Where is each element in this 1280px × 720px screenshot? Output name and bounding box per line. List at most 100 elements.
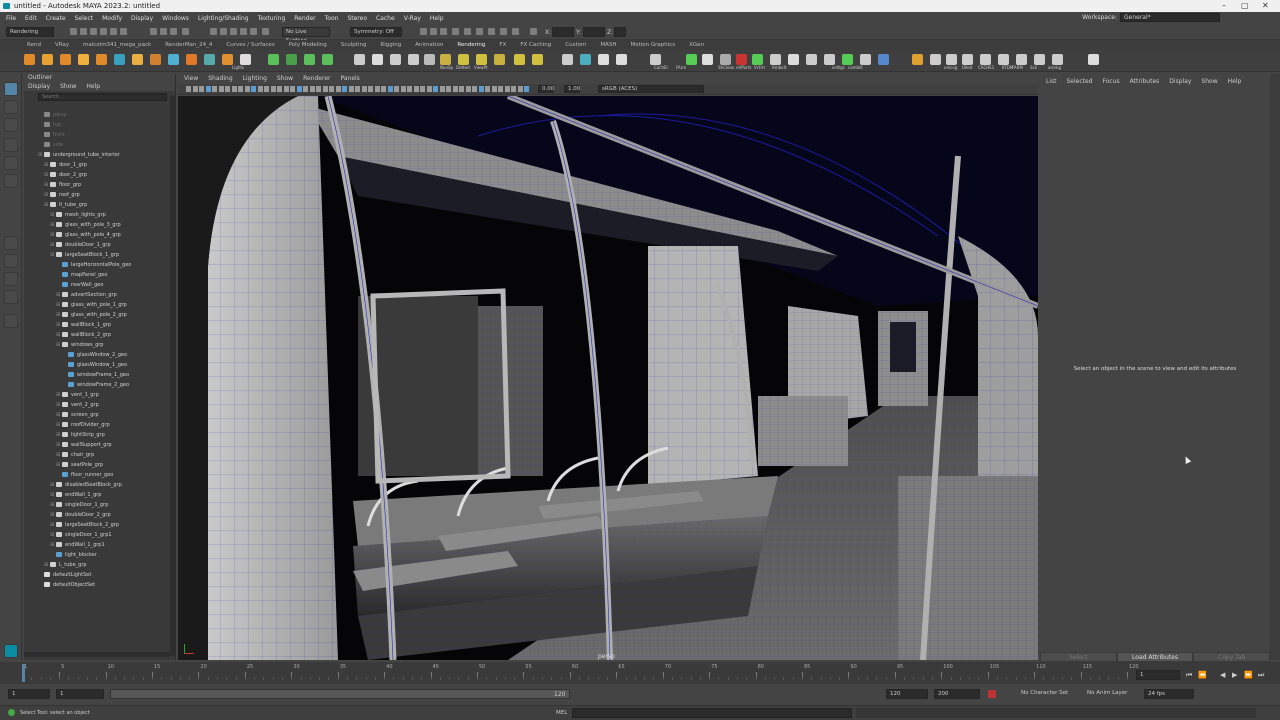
shelf-tab-rendering[interactable]: Rendering xyxy=(450,40,492,50)
single-layout-icon[interactable] xyxy=(4,236,18,250)
maya-m-icon[interactable] xyxy=(4,644,18,658)
menu-select[interactable]: Select xyxy=(75,15,94,22)
outliner-row[interactable]: ⊞ endWall_1_grp xyxy=(50,490,101,500)
outliner-row[interactable]: ⊞ door_1_grp xyxy=(44,160,87,170)
shelf-tool-icon[interactable] xyxy=(1034,54,1045,65)
menu-lighting-shading[interactable]: Lighting/Shading xyxy=(198,15,249,22)
viewport-tool-icon[interactable] xyxy=(290,86,295,92)
outliner-row[interactable]: top xyxy=(38,120,61,130)
ae-menu-show[interactable]: Show xyxy=(1201,74,1217,90)
status-icon[interactable] xyxy=(150,28,157,35)
ae-menu-attributes[interactable]: Attributes xyxy=(1130,74,1160,90)
outliner-row[interactable]: windowFrame_1_geo xyxy=(62,370,129,380)
outliner-row[interactable]: ⊞ L_tube_grp xyxy=(44,560,87,570)
shelf-tool-icon[interactable] xyxy=(372,54,383,65)
status-icon[interactable] xyxy=(230,28,237,35)
outliner-row[interactable]: ⊞ lightStrip_grp xyxy=(56,430,105,440)
outliner-row[interactable]: ⊞ wallBlock_1_grp xyxy=(56,320,111,330)
current-frame-field[interactable]: 1 xyxy=(1136,670,1180,680)
close-button[interactable]: ✕ xyxy=(1262,0,1269,12)
shelf-tool-icon[interactable] xyxy=(78,54,89,65)
shelf-tool-icon[interactable] xyxy=(322,54,333,65)
viewport-tool-icon[interactable] xyxy=(374,86,380,92)
outliner-row[interactable]: ⊞ wallBlock_2_grp xyxy=(56,330,111,340)
shelf-tool-icon[interactable] xyxy=(286,54,297,65)
vp-menu-renderer[interactable]: Renderer xyxy=(303,74,330,84)
shelf-tool-icon[interactable] xyxy=(1088,54,1099,65)
viewport-tool-icon[interactable] xyxy=(264,86,269,92)
outliner-row[interactable]: ⊞ underground_tube_interior xyxy=(38,150,120,160)
shelf-tab-xgen[interactable]: XGen xyxy=(682,40,711,50)
character-set-dropdown[interactable]: No Character Set xyxy=(1018,689,1076,699)
viewport-tool-icon[interactable] xyxy=(407,86,412,92)
outliner-layout-icon[interactable] xyxy=(4,290,18,304)
viewport-tool-icon[interactable] xyxy=(504,86,510,92)
viewport-tool-icon[interactable] xyxy=(257,86,263,92)
ae-menu-list[interactable]: List xyxy=(1046,74,1057,90)
outliner-row[interactable]: light_blocker xyxy=(50,550,97,560)
outliner-row[interactable]: ⊞ glass_with_pole_3_grp xyxy=(50,220,121,230)
shelf-tool-icon[interactable] xyxy=(60,54,71,65)
shelf-tool-icon[interactable] xyxy=(222,54,233,65)
outliner-row[interactable]: ⊞ tl_tube_grp xyxy=(44,200,87,210)
ae-menu-selected[interactable]: Selected xyxy=(1067,74,1093,90)
go-to-end-icon[interactable]: ⏭ xyxy=(1258,672,1265,679)
outliner-menu-help[interactable]: Help xyxy=(86,82,100,91)
shelf-tab-sculpting[interactable]: Sculpting xyxy=(334,40,374,50)
status-icon[interactable] xyxy=(262,28,269,35)
shelf-tool-icon[interactable] xyxy=(514,54,525,65)
shelf-tool-icon[interactable] xyxy=(770,54,781,65)
status-icon[interactable] xyxy=(530,28,537,35)
outliner-row[interactable]: rearWall_geo xyxy=(56,280,103,290)
menu-help[interactable]: Help xyxy=(430,15,444,22)
shelf-tool-icon[interactable] xyxy=(752,54,763,65)
viewport-tool-icon[interactable] xyxy=(472,86,477,92)
viewport-tool-icon[interactable] xyxy=(381,86,386,92)
viewport-tool-icon[interactable] xyxy=(478,86,484,92)
menu-v-ray[interactable]: V-Ray xyxy=(404,15,421,22)
side-tabs[interactable] xyxy=(1270,74,1280,660)
shelf-tool-icon[interactable] xyxy=(132,54,143,65)
viewport-tool-icon[interactable] xyxy=(394,86,399,92)
status-icon[interactable] xyxy=(120,28,127,35)
shelf-tool-icon[interactable] xyxy=(580,54,591,65)
shelf-tool-icon[interactable] xyxy=(860,54,871,65)
outliner-row[interactable]: defaultLightSet xyxy=(38,570,91,580)
viewport-tool-icon[interactable] xyxy=(309,86,315,92)
viewport-tool-icon[interactable] xyxy=(218,86,224,92)
menu-texturing[interactable]: Texturing xyxy=(258,15,286,22)
shelf-tool-icon[interactable] xyxy=(424,54,435,65)
vp-menu-show[interactable]: Show xyxy=(277,74,293,84)
outliner-row[interactable]: ⊞ endWall_1_grp1 xyxy=(50,540,105,550)
viewport-tool-icon[interactable] xyxy=(244,86,250,92)
outliner-row[interactable]: ⊞ largeSeatBlock_1_grp xyxy=(50,250,119,260)
vp-menu-lighting[interactable]: Lighting xyxy=(243,74,267,84)
step-forward-icon[interactable]: ⏩ xyxy=(1244,672,1253,679)
vp-menu-shading[interactable]: Shading xyxy=(208,74,232,84)
shelf-tool-icon[interactable] xyxy=(114,54,125,65)
outliner-hscrollbar[interactable] xyxy=(24,652,170,657)
status-icon[interactable] xyxy=(440,28,447,35)
four-view-layout-icon[interactable] xyxy=(4,254,18,268)
shelf-tool-icon[interactable] xyxy=(562,54,573,65)
shelf-tool-icon[interactable] xyxy=(842,54,853,65)
status-icon[interactable] xyxy=(488,28,495,35)
auto-key-icon[interactable] xyxy=(988,690,996,698)
select-button[interactable]: Select xyxy=(1040,652,1117,662)
time-slider[interactable]: 1 5 10 15 20 25 30 35 40 45 50 55 60 65 70 75 80 85 90 95 10… xyxy=(0,662,1280,684)
viewport-tool-icon[interactable] xyxy=(420,86,425,92)
shelf-tool-icon[interactable] xyxy=(24,54,35,65)
outliner-row[interactable]: ⊞ largeSeatBlock_2_grp xyxy=(50,520,119,530)
shelf-tool-icon[interactable] xyxy=(686,54,697,65)
exposure-field[interactable]: 0.00 xyxy=(538,85,554,93)
shelf-tool-icon[interactable] xyxy=(458,54,469,65)
viewport-tool-icon[interactable] xyxy=(485,86,490,92)
shelf-tool-icon[interactable] xyxy=(42,54,53,65)
status-icon[interactable] xyxy=(240,28,247,35)
outliner-row[interactable]: defaultObjectSet xyxy=(38,580,95,590)
shelf-tab-fx[interactable]: FX xyxy=(492,40,513,50)
shelf-tool-icon[interactable] xyxy=(240,54,251,65)
viewport-tool-icon[interactable] xyxy=(342,86,347,92)
viewport-tool-icon[interactable] xyxy=(387,86,393,92)
outliner-menu-display[interactable]: Display xyxy=(28,82,50,91)
